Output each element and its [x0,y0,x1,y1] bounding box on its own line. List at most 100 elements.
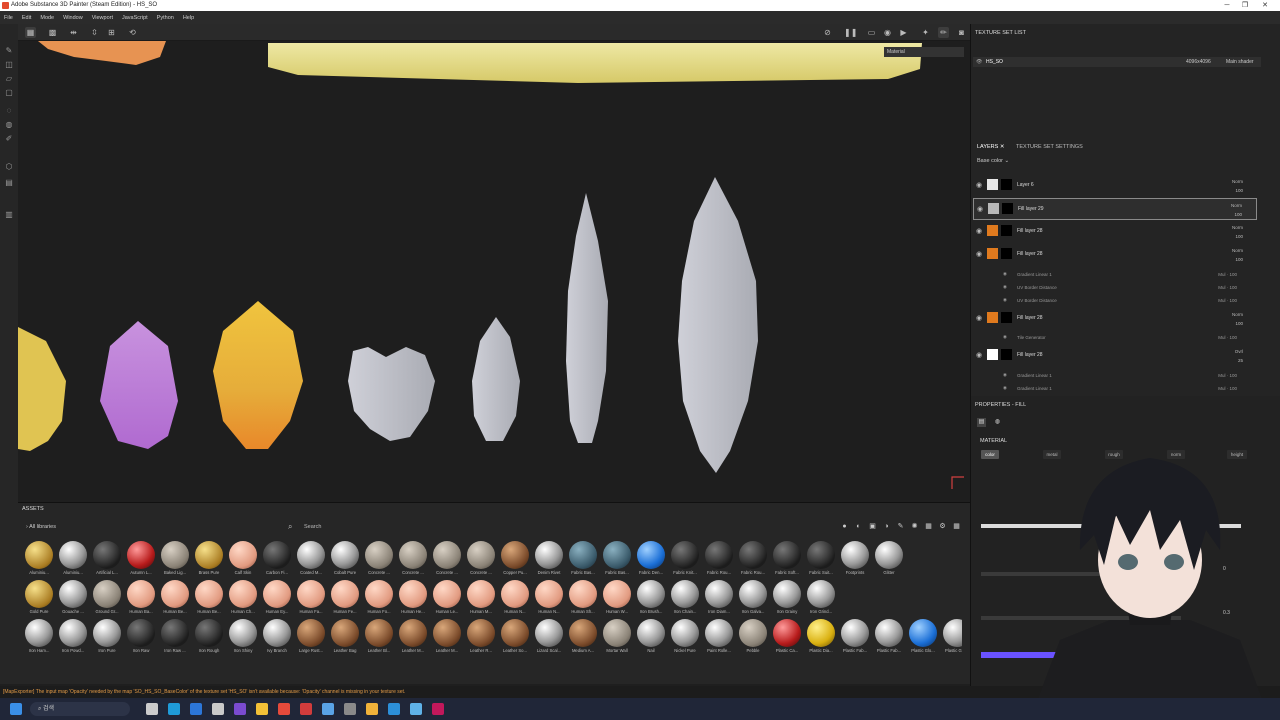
start-icon[interactable] [10,703,22,715]
effect-row[interactable]: ◉ Gradient Linear 1 Mul · 100 [1001,369,1257,382]
tile-view-icon[interactable]: ▩ [47,27,58,38]
asset-tile[interactable]: Gold Pure [22,580,56,618]
asset-tile[interactable]: Iron Grainy [770,580,804,618]
asset-tile[interactable]: Human W... [600,580,634,618]
history-icon[interactable]: ⟲ [127,27,138,38]
asset-tile[interactable]: Plastic Glo... [906,619,940,657]
viewport[interactable] [18,41,970,500]
polygon-fill-icon[interactable]: ⬡ [4,162,14,172]
asset-tile[interactable]: Plastic Dia... [804,619,838,657]
asset-tile[interactable]: Concrete ... [362,541,396,579]
asset-tile[interactable]: Leather M... [396,619,430,657]
library-selector[interactable]: › All libraries [26,524,56,530]
screenshot-icon[interactable]: ◙ [956,27,967,38]
edge-dev-icon[interactable] [190,703,202,715]
material-label[interactable]: Material [884,47,964,57]
asset-tile[interactable]: Iron Raw [124,619,158,657]
pause-icon[interactable]: ❚❚ [844,27,857,38]
effect-blend[interactable]: Mul · 100 [1218,272,1237,277]
steam-icon[interactable] [322,703,334,715]
tab-texture-set-settings[interactable]: TEXTURE SET SETTINGS [1016,144,1083,150]
close-icon[interactable]: ✕ [1256,0,1274,11]
eye-icon[interactable]: ◉ [976,315,983,322]
asset-tile[interactable]: Fabric Knit... [668,541,702,579]
visibility-eye-icon[interactable]: 👁 [976,57,982,67]
asset-tile[interactable]: Gouache ... [56,580,90,618]
asset-tile[interactable]: Fabric Rou... [736,541,770,579]
asset-tile[interactable]: Leather M... [430,619,464,657]
asset-tile[interactable]: Artificial L... [90,541,124,579]
effect-blend[interactable]: Mul · 100 [1218,285,1237,290]
chrome-icon[interactable] [278,703,290,715]
asset-tile[interactable]: Plastic Gra... [940,619,962,657]
folder-icon[interactable] [256,703,268,715]
asset-tile[interactable]: Denim Rivet [532,541,566,579]
layer-row[interactable]: ◉ Fill layer 28 Norm 100 [973,244,1257,266]
asset-tile[interactable]: Calf Skin [226,541,260,579]
asset-tile[interactable]: Aluminiu... [56,541,90,579]
asset-tile[interactable]: Iron Galva... [736,580,770,618]
layer-row[interactable]: ◉ Layer 6 Norm 100 [973,175,1257,197]
asset-tile[interactable]: Large Rust... [294,619,328,657]
render-icon[interactable]: ✦ [920,27,931,38]
asset-tile[interactable]: Concrete ... [430,541,464,579]
material-mode-icon[interactable]: ▤ [977,418,986,427]
layer-blend[interactable]: Norm 100 [1232,177,1243,195]
asset-tile[interactable]: Fabric Suit... [804,541,838,579]
picker-icon[interactable]: ✐ [4,134,14,144]
align-icon[interactable]: ⇳ [89,27,100,38]
grid-view-icon[interactable]: ▦ [25,27,36,38]
bake-icon[interactable]: ▤ [4,178,14,188]
layer-blend[interactable]: Norm 100 [1232,310,1243,328]
edge-icon[interactable] [168,703,180,715]
asset-tile[interactable]: Ivy Branch [260,619,294,657]
layer-row[interactable]: ◉ Fill layer 28 Ovrl 25 [973,345,1257,367]
eye-icon[interactable]: ◉ [1003,372,1007,378]
layer-row-selected[interactable]: ◉ Fill layer 29 Norm 100 [973,198,1257,220]
disable-icon[interactable]: ⊘ [822,27,833,38]
asset-tile[interactable]: Fabric Bas... [600,541,634,579]
asset-tile[interactable]: Human He... [396,580,430,618]
asset-tile[interactable]: Human Be... [158,580,192,618]
maximize-icon[interactable]: ❐ [1236,0,1254,11]
layer-row[interactable]: ◉ Fill layer 28 Norm 100 [973,221,1257,243]
filter-procedural-icon[interactable]: ◑ [881,521,892,532]
eye-icon[interactable]: ◉ [1003,297,1007,303]
painter-taskbar-icon[interactable] [432,703,444,715]
asset-tile[interactable]: Brass Pure [192,541,226,579]
effect-row[interactable]: ◉ Gradient Linear 1 Mul · 100 [1001,268,1257,281]
eye-icon[interactable]: ◉ [1003,385,1007,391]
menu-window[interactable]: Window [63,15,83,21]
effect-blend[interactable]: Mul · 100 [1218,373,1237,378]
asset-tile[interactable]: Leather R... [464,619,498,657]
asset-tile[interactable]: Plastic Ca... [770,619,804,657]
layer-blend[interactable]: Norm 100 [1231,201,1242,219]
asset-tile[interactable]: Nail [634,619,668,657]
asset-tile[interactable]: Aluminiu... [22,541,56,579]
menu-javascript[interactable]: JavaScript [122,15,148,21]
asset-tile[interactable]: Leather So... [498,619,532,657]
vs-icon[interactable] [234,703,246,715]
vscode-icon[interactable] [410,703,422,715]
eye-icon[interactable]: ◉ [976,182,983,189]
filter-brushes-icon[interactable]: ✎ [895,521,906,532]
asset-tile[interactable]: Iron Pure [90,619,124,657]
asset-tile[interactable]: Fabric Rou... [702,541,736,579]
asset-tile[interactable]: Iron Chain... [668,580,702,618]
menu-python[interactable]: Python [157,15,174,21]
eye-icon[interactable]: ◉ [976,228,983,235]
paint-mode-icon[interactable]: ✏ [938,27,949,38]
asset-tile[interactable]: Leather Bl... [362,619,396,657]
notes-icon[interactable] [366,703,378,715]
eye-icon[interactable]: ◉ [1003,284,1007,290]
asset-tile[interactable]: Iron Brush... [634,580,668,618]
export-icon[interactable]: ▥ [4,210,14,220]
asset-tile[interactable]: Iron Raw ... [158,619,192,657]
asset-tile[interactable]: Fabric Den... [634,541,668,579]
asset-tile[interactable]: Concrete ... [396,541,430,579]
projection-icon[interactable]: ▱ [4,74,14,84]
asset-tile[interactable]: Human Sh... [566,580,600,618]
texture-set-row[interactable]: 👁 HS_SO 4096x4096 Main shader [973,57,1261,67]
layer-blend[interactable]: Ovrl 25 [1235,347,1243,365]
asset-tile[interactable]: Footprints [838,541,872,579]
